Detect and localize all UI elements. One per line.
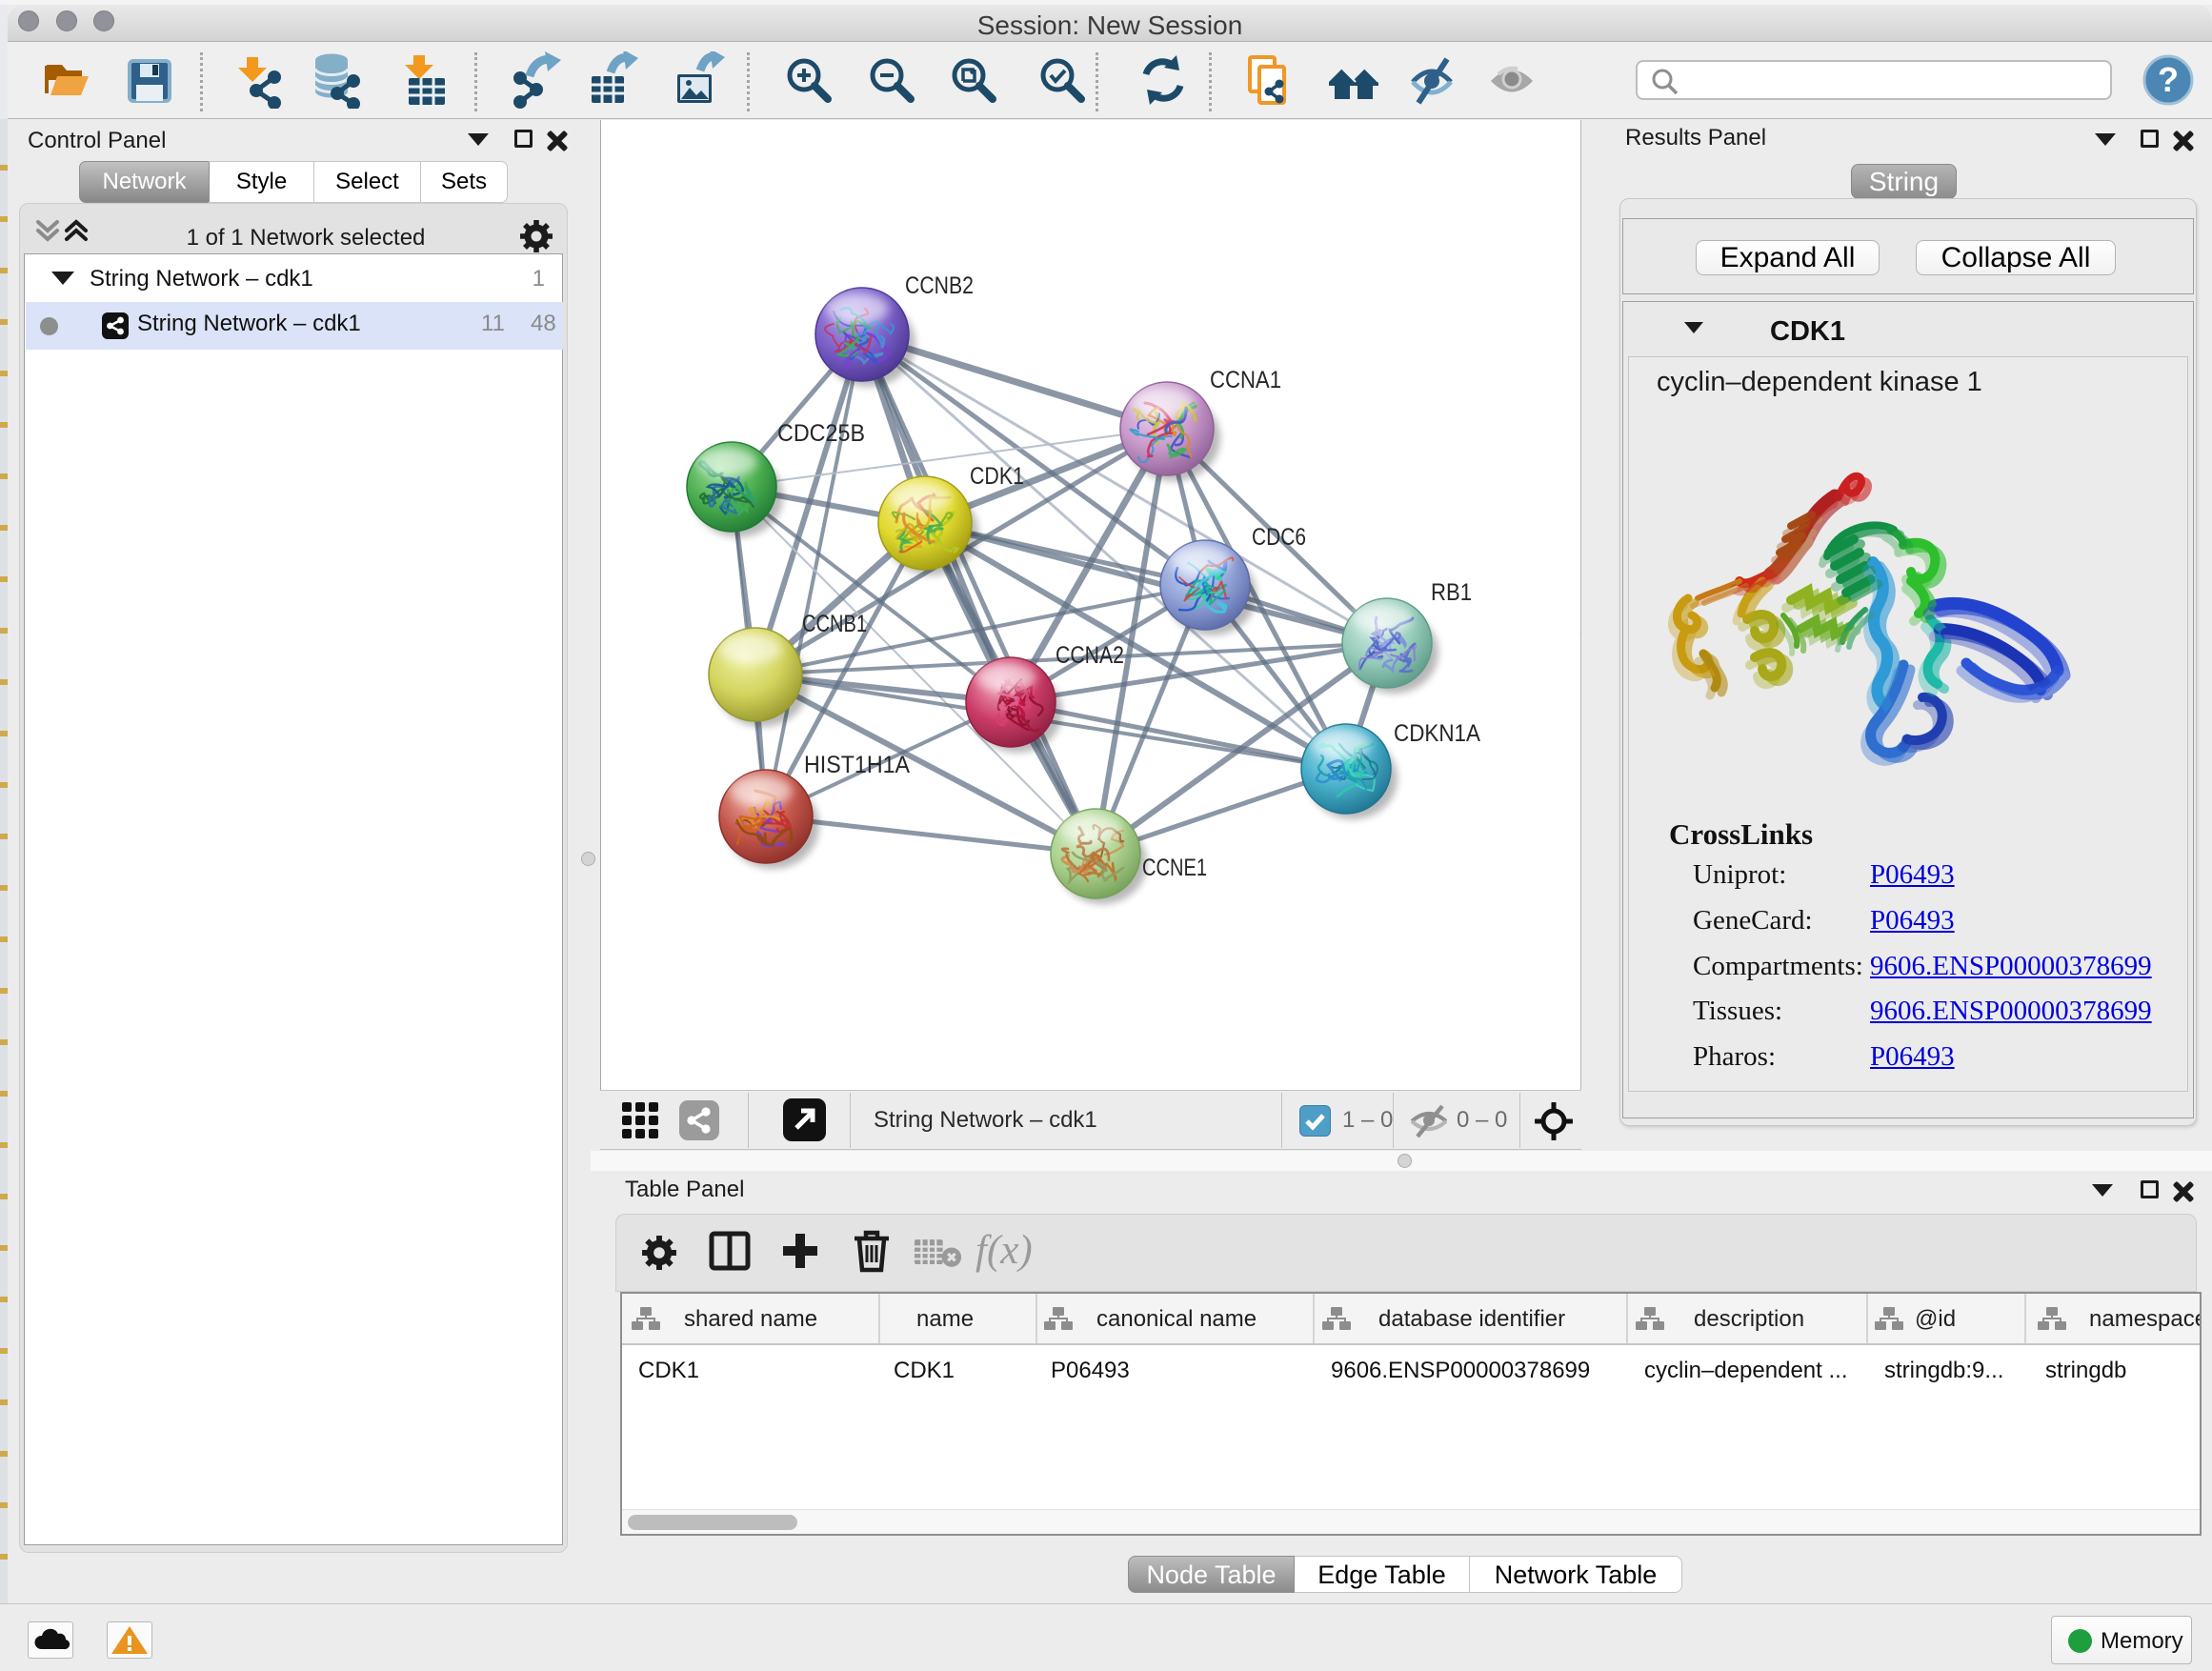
svg-text:CDC6: CDC6 — [1252, 524, 1306, 551]
svg-text:CDKN1A: CDKN1A — [1394, 720, 1480, 747]
svg-text:RB1: RB1 — [1431, 579, 1472, 606]
svg-text:HIST1H1A: HIST1H1A — [804, 752, 910, 778]
svg-text:CCNB1: CCNB1 — [802, 611, 867, 637]
svg-text:CCNE1: CCNE1 — [1142, 855, 1207, 881]
svg-text:?: ? — [2158, 60, 2179, 99]
svg-text:CDC25B: CDC25B — [777, 420, 865, 447]
svg-text:CCNB2: CCNB2 — [905, 272, 974, 299]
svg-text:CCNA2: CCNA2 — [1056, 642, 1124, 669]
svg-text:CDK1: CDK1 — [970, 463, 1024, 490]
svg-text:CCNA1: CCNA1 — [1210, 367, 1281, 393]
